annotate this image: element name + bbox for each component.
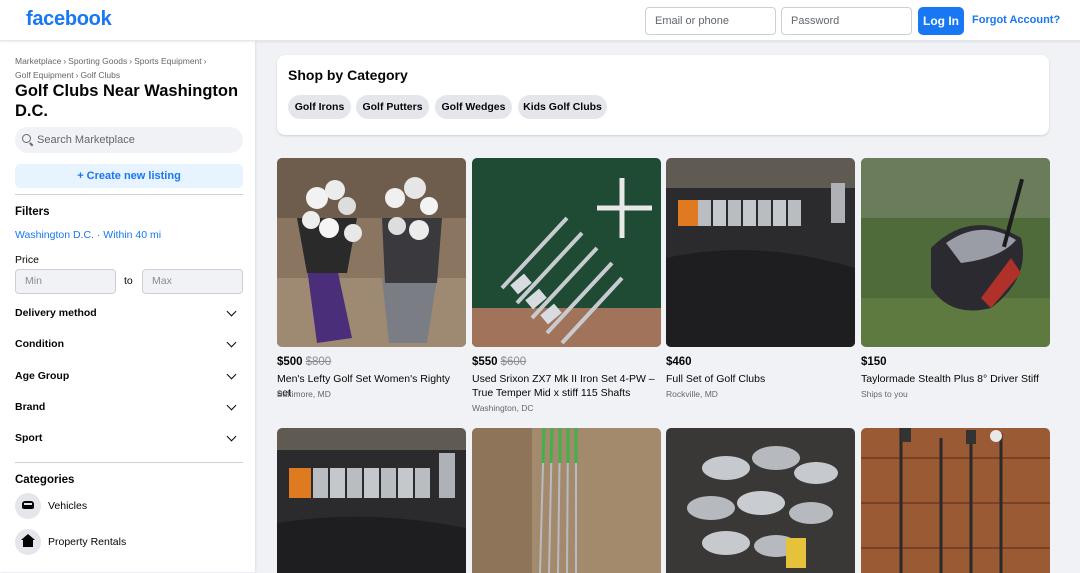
price-min-input[interactable]: Min (15, 269, 116, 294)
listing-photo[interactable] (666, 428, 855, 573)
chevron-down-icon (226, 306, 237, 317)
listing-price: $150 (861, 356, 887, 368)
category-label: Property Rentals (48, 536, 127, 548)
current-price: $150 (861, 356, 887, 368)
shop-by-category-title: Shop by Category (288, 67, 408, 83)
filters-heading: Filters (15, 206, 50, 218)
breadcrumb-marketplace[interactable]: Marketplace (15, 56, 61, 66)
chevron-down-icon (226, 369, 237, 380)
page-title: Golf Clubs Near Washington D.C. (15, 82, 239, 120)
listing-title: Used Srixon ZX7 Mk II Iron Set 4-PW – Tr… (472, 373, 655, 399)
listing-title: Taylormade Stealth Plus 8° Driver Stiff (861, 373, 1039, 385)
original-price: $600 (500, 356, 527, 368)
filter-sport[interactable]: Sport (15, 427, 243, 449)
breadcrumb: Marketplace › Sporting Goods › Sports Equipm… (15, 54, 235, 82)
price-label: Price (15, 254, 39, 266)
listing-photo[interactable] (472, 158, 661, 347)
listing-photo[interactable] (861, 158, 1050, 347)
chip-golf-wedges[interactable]: Golf Wedges (435, 95, 512, 119)
house-icon (15, 529, 41, 555)
shop-by-category-card: Shop by Category Golf Irons Golf Putters… (277, 55, 1049, 135)
chip-golf-putters[interactable]: Golf Putters (356, 95, 429, 119)
location-filter-link[interactable]: Washington D.C. · Within 40 mi (15, 229, 161, 241)
breadcrumb-separator: › (203, 56, 207, 66)
filter-label: Delivery method (15, 307, 97, 319)
car-icon (15, 493, 41, 519)
filter-label: Brand (15, 401, 46, 413)
price-to-label: to (124, 275, 133, 287)
listing-price: $500 $800 (277, 356, 331, 368)
chevron-down-icon (226, 337, 237, 348)
chip-golf-irons[interactable]: Golf Irons (288, 95, 351, 119)
listing-photo[interactable] (277, 428, 466, 573)
forgot-account-link[interactable]: Forgot Account? (972, 14, 1060, 26)
category-label: Vehicles (48, 500, 88, 512)
listing-title: Full Set of Golf Clubs (666, 373, 766, 385)
listing-photo[interactable] (666, 158, 855, 347)
listing-location: Washington, DC (472, 403, 534, 413)
original-price: $800 (305, 356, 332, 368)
listing-location: Ships to you (861, 389, 908, 399)
filter-delivery-method[interactable]: Delivery method (15, 302, 243, 324)
password-field[interactable]: Password (781, 7, 912, 35)
email-field[interactable]: Email or phone (645, 7, 776, 35)
filter-label: Age Group (15, 370, 70, 382)
breadcrumb-golf-clubs[interactable]: Golf Clubs (80, 70, 120, 80)
filter-label: Sport (15, 432, 43, 444)
listing-price: $460 (666, 356, 692, 368)
price-max-input[interactable]: Max (142, 269, 243, 294)
listing-photo[interactable] (472, 428, 661, 573)
current-price: $500 (277, 356, 303, 368)
create-listing-button[interactable]: + Create new listing (15, 164, 243, 188)
filter-label: Condition (15, 338, 64, 350)
filter-condition[interactable]: Condition (15, 333, 243, 355)
breadcrumb-golf-equipment[interactable]: Golf Equipment (15, 70, 74, 80)
divider (15, 194, 243, 195)
login-button[interactable]: Log In (918, 7, 964, 35)
listing-price: $550 $600 (472, 356, 526, 368)
listing-location: Baltimore, MD (277, 389, 331, 399)
filter-brand[interactable]: Brand (15, 396, 243, 418)
top-bar: facebook Email or phone Password Log In … (0, 0, 1080, 41)
chevron-down-icon (226, 431, 237, 442)
search-placeholder: Search Marketplace (37, 134, 135, 146)
listing-photo[interactable] (861, 428, 1050, 573)
categories-heading: Categories (15, 474, 75, 486)
search-icon (22, 134, 31, 143)
filter-age-group[interactable]: Age Group (15, 365, 243, 387)
listing-location: Rockville, MD (666, 389, 718, 399)
breadcrumb-sporting-goods[interactable]: Sporting Goods (68, 56, 127, 66)
current-price: $460 (666, 356, 692, 368)
sidebar: Marketplace › Sporting Goods › Sports Equipm… (0, 41, 255, 572)
chip-kids-golf-clubs[interactable]: Kids Golf Clubs (518, 95, 607, 119)
current-price: $550 (472, 356, 498, 368)
divider (15, 462, 243, 463)
facebook-logo[interactable]: facebook (26, 8, 112, 31)
breadcrumb-sports-equipment[interactable]: Sports Equipment (134, 56, 202, 66)
chevron-down-icon (226, 400, 237, 411)
listing-photo[interactable] (277, 158, 466, 347)
search-input[interactable]: Search Marketplace (15, 127, 243, 153)
